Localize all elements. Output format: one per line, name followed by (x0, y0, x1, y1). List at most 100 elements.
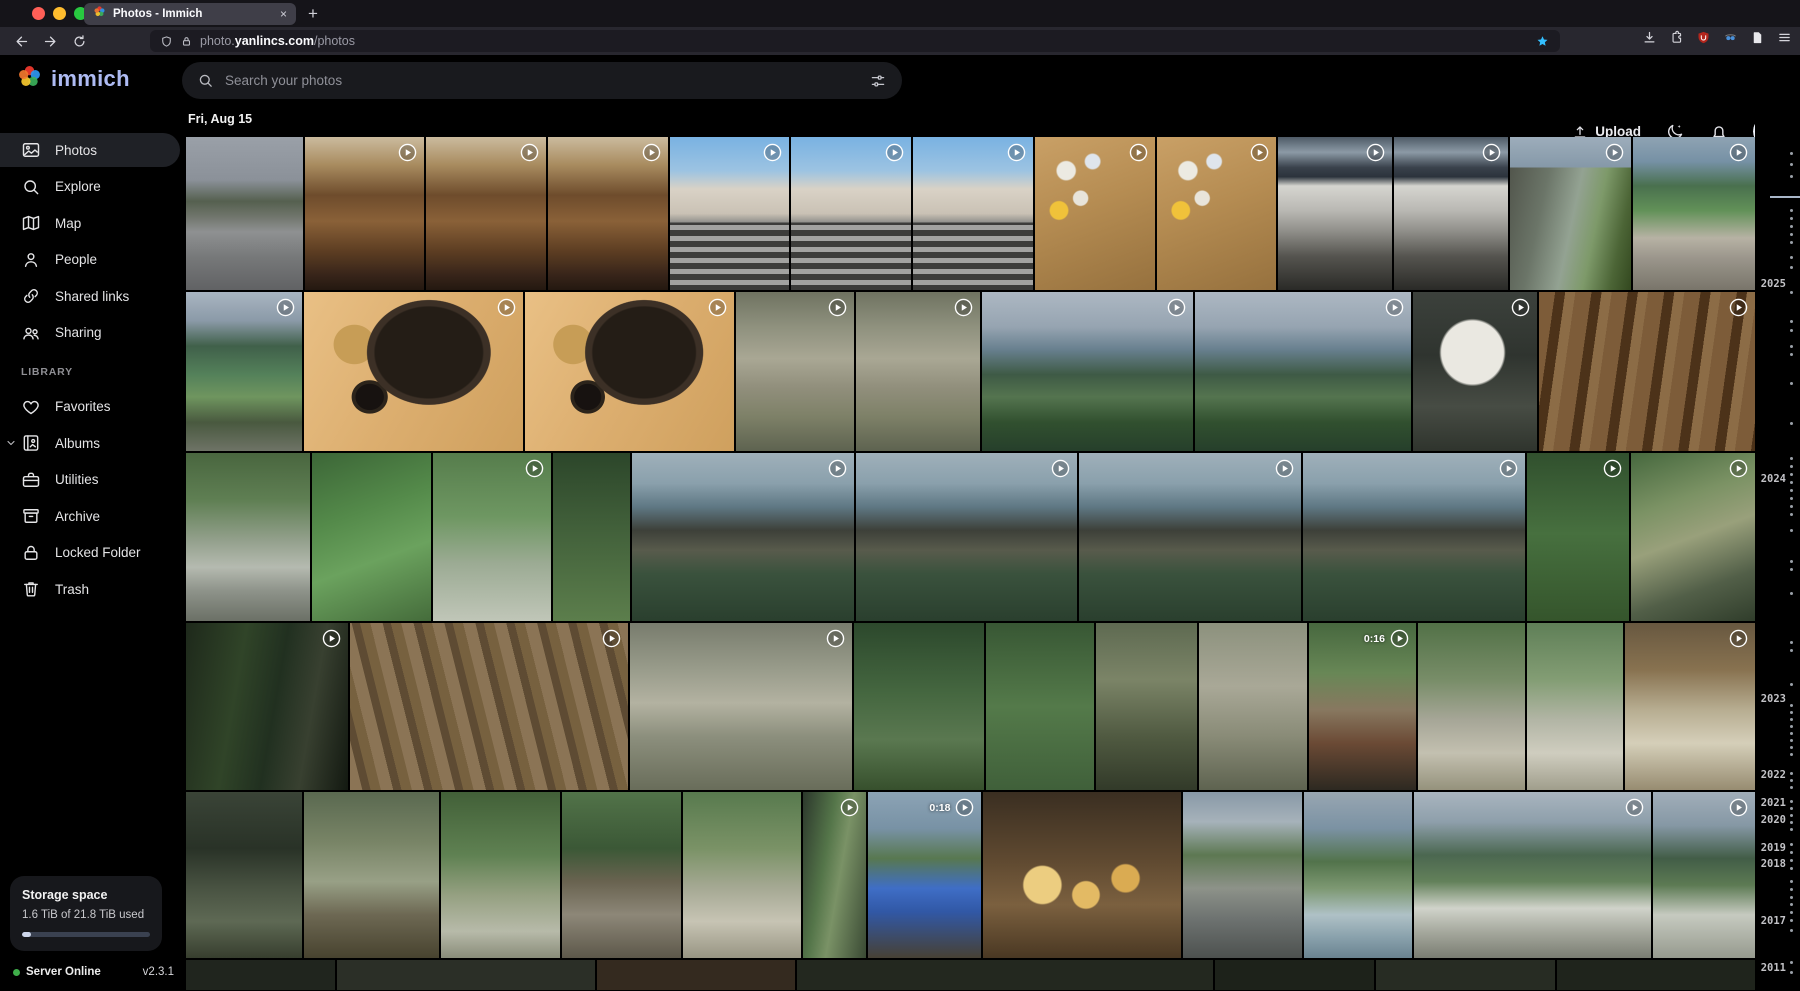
photo-tile-pagoda-shade[interactable] (186, 792, 302, 958)
reload-button[interactable] (72, 34, 87, 49)
search-filter-icon[interactable] (869, 72, 887, 90)
sidebar-item-archive[interactable]: Archive (0, 499, 180, 533)
photo-tile-street-scene[interactable] (186, 137, 303, 290)
bookmark-star-icon[interactable] (1535, 34, 1550, 49)
search-input[interactable] (225, 73, 858, 88)
photo-tile-next-row-5[interactable] (1215, 960, 1374, 990)
sidebar-item-locked-folder[interactable]: Locked Folder (0, 536, 180, 570)
photo-tile-moss-cave[interactable] (1096, 623, 1197, 790)
photo-tile-stone-statues-1[interactable] (736, 292, 854, 451)
photo-tile-porcelain-display-3[interactable] (548, 137, 668, 290)
photo-tile-cliff-temple-2[interactable] (856, 453, 1078, 621)
photo-tile-gravestones[interactable] (630, 623, 852, 790)
photo-tile-valley-view-2[interactable] (1195, 292, 1411, 451)
photo-tile-valley-view-1[interactable] (982, 292, 1192, 451)
downloads-button[interactable] (1642, 30, 1657, 45)
photo-tile-crowd-visitor[interactable]: 0:16 (1309, 623, 1416, 790)
photo-tile-next-row-2[interactable] (337, 960, 595, 990)
photo-tile-info-sign[interactable] (1413, 292, 1537, 451)
browser-tab[interactable]: Photos - Immich × (84, 3, 296, 25)
photo-tile-cedar-grove-1[interactable] (854, 623, 984, 790)
scrubber-position-indicator[interactable] (1770, 196, 1800, 198)
photo-tile-temple-hall[interactable] (1625, 623, 1755, 790)
sidebar-item-trash[interactable]: Trash (0, 572, 180, 606)
photo-tile-blue-shirt-walker[interactable]: 0:18 (868, 792, 982, 958)
photo-tile-temple-gate[interactable] (562, 792, 681, 958)
photo-tile-porcelain-display-2[interactable] (426, 137, 546, 290)
photo-tile-forest-narrow[interactable] (553, 453, 630, 621)
scrubber-year-2024[interactable]: 2024 (1761, 473, 1786, 485)
scrubber-year-2021[interactable]: 2021 (1761, 797, 1786, 809)
sidebar-item-people[interactable]: People (0, 243, 180, 277)
photo-tile-shopping-crossing-2[interactable] (791, 137, 911, 290)
photo-tile-roadside-pole[interactable] (803, 792, 865, 958)
photo-tile-tableware-1[interactable] (1035, 137, 1155, 290)
sidebar-item-explore[interactable]: Explore (0, 170, 180, 204)
sidebar-item-map[interactable]: Map (0, 206, 180, 240)
scrubber-year-2022[interactable]: 2022 (1761, 769, 1786, 781)
photo-tile-shopping-crossing-1[interactable] (670, 137, 790, 290)
scrubber-year-2025[interactable]: 2025 (1761, 278, 1786, 290)
ublock-icon[interactable] (1696, 30, 1711, 45)
photo-tile-next-row-1[interactable] (186, 960, 335, 990)
sidebar-item-albums[interactable]: Albums (0, 426, 180, 460)
photo-tile-tree-lined-path[interactable] (441, 792, 560, 958)
photo-tile-river-mountains[interactable] (1633, 137, 1755, 290)
extension-icon[interactable] (1669, 30, 1684, 45)
photo-tile-roof-beams[interactable] (1539, 292, 1755, 451)
photo-tile-next-row-3[interactable] (597, 960, 795, 990)
photo-tile-soba-meal-1[interactable] (304, 292, 523, 451)
sidebar-item-photos[interactable]: Photos (0, 133, 180, 167)
photo-tile-hillside-town-2[interactable] (1653, 792, 1755, 958)
glasses-extension-icon[interactable] (1723, 30, 1738, 45)
menu-hamburger-icon[interactable] (1777, 30, 1792, 45)
close-tab-icon[interactable]: × (280, 8, 287, 20)
photo-tile-tableware-2[interactable] (1157, 137, 1277, 290)
new-tab-button[interactable]: + (308, 2, 318, 26)
tracking-shield-icon[interactable] (160, 35, 173, 48)
photo-tile-gorge-river[interactable] (186, 292, 302, 451)
photo-tile-stone-walkway[interactable] (1418, 623, 1525, 790)
photo-tile-cliff-temple-1[interactable] (632, 453, 854, 621)
photo-tile-cliff-foliage[interactable] (1631, 453, 1755, 621)
photo-tile-hillside-forest[interactable] (312, 453, 430, 621)
photo-tile-shrine-visitors[interactable] (304, 792, 440, 958)
reader-page-icon[interactable] (1750, 30, 1765, 45)
photo-tile-village-street[interactable] (1183, 792, 1302, 958)
photo-tile-cliff-temple-4[interactable] (1303, 453, 1525, 621)
sidebar-item-sharing[interactable]: Sharing (0, 316, 180, 350)
url-bar[interactable]: photo.yanlincs.com/photos (150, 30, 1560, 52)
scrubber-year-2011[interactable]: 2011 (1761, 962, 1786, 974)
immich-logo[interactable]: immich (16, 63, 130, 95)
photo-tile-stairs-visitors[interactable] (186, 453, 310, 621)
photo-tile-city-towers-1[interactable] (1278, 137, 1392, 290)
chevron-down-icon[interactable] (5, 437, 17, 449)
photo-tile-next-row-6[interactable] (1376, 960, 1555, 990)
lock-icon[interactable] (180, 35, 193, 48)
photo-tile-stone-statues-2[interactable] (856, 292, 980, 451)
photo-tile-timber-stack[interactable] (350, 623, 628, 790)
photo-tile-hillside-town-1[interactable] (1414, 792, 1651, 958)
scrubber-year-2023[interactable]: 2023 (1761, 693, 1786, 705)
scrubber-year-2017[interactable]: 2017 (1761, 915, 1786, 927)
search-bar[interactable] (182, 62, 902, 99)
scrubber-year-2019[interactable]: 2019 (1761, 842, 1786, 854)
photo-tile-path-walker[interactable] (1527, 623, 1622, 790)
photo-tile-porcelain-display-1[interactable] (305, 137, 425, 290)
photo-tile-garden-walk[interactable] (683, 792, 802, 958)
photo-tile-dark-cedar[interactable] (186, 623, 348, 790)
photo-tile-cedar-grove-2[interactable] (986, 623, 1093, 790)
back-button[interactable] (14, 34, 29, 49)
photo-tile-stream-bend[interactable] (1304, 792, 1412, 958)
photo-tile-cliff-temple-3[interactable] (1079, 453, 1301, 621)
scrubber-year-2020[interactable]: 2020 (1761, 814, 1786, 826)
sidebar-item-favorites[interactable]: Favorites (0, 390, 180, 424)
photo-tile-shopping-crossing-3[interactable] (913, 137, 1033, 290)
photo-tile-train-platform[interactable] (1510, 137, 1632, 290)
sidebar-item-shared-links[interactable]: Shared links (0, 279, 180, 313)
photo-tile-forest-trail[interactable] (433, 453, 551, 621)
photo-tile-next-row-7[interactable] (1557, 960, 1755, 990)
scrubber-year-2018[interactable]: 2018 (1761, 858, 1786, 870)
photo-tile-buddha-carvings[interactable] (1199, 623, 1306, 790)
close-window-button[interactable] (32, 7, 45, 20)
